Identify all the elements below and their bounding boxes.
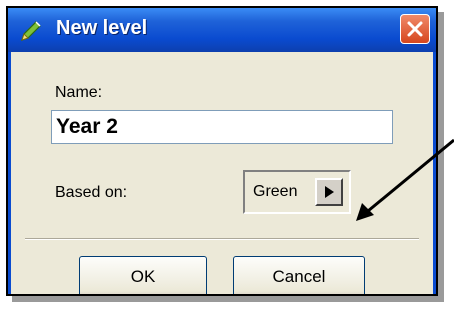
cancel-button[interactable]: Cancel [233,256,365,294]
new-level-dialog: New level Name: Based on: Green OK [8,8,436,294]
based-on-value: Green [253,183,298,200]
name-input[interactable] [51,110,393,144]
dialog-title: New level [56,17,148,39]
close-icon [407,21,423,37]
based-on-dropdown-button[interactable] [315,178,343,206]
play-arrow-icon [325,186,334,198]
pen-icon [21,21,41,41]
dialog-body: Name: Based on: Green OK Cancel [8,52,436,294]
title-bar[interactable]: New level [8,8,436,52]
close-button[interactable] [400,14,430,44]
ok-button[interactable]: OK [79,256,207,294]
dialog-frame: New level Name: Based on: Green OK [6,6,438,296]
based-on-selector[interactable]: Green [243,170,351,214]
name-label: Name: [55,84,103,101]
divider [25,238,419,240]
based-on-label: Based on: [55,184,128,201]
